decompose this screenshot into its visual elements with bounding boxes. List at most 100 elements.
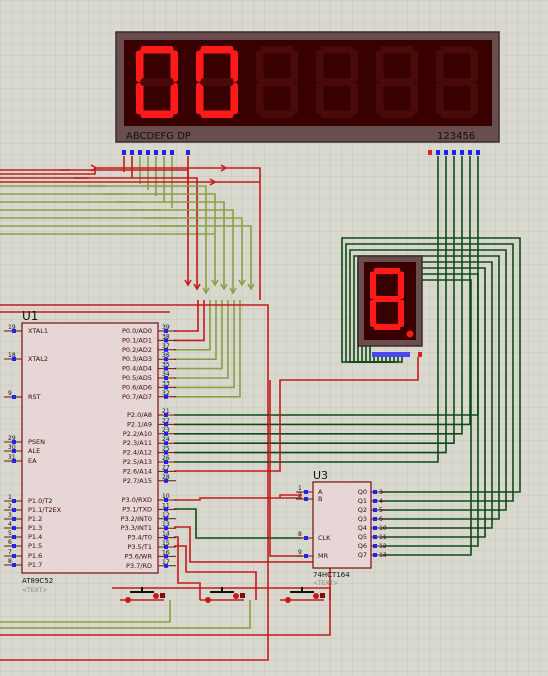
u3-pin-number: 1 [298, 485, 302, 492]
pin-marker [122, 150, 126, 155]
u1-pin-name: P3.5/T1 [127, 543, 152, 551]
segment [136, 50, 144, 82]
u1-pin-marker [12, 517, 16, 521]
u1-pin-number: 12 [162, 512, 170, 519]
segment [170, 50, 178, 82]
segment [260, 46, 294, 54]
u3-text-tag: <TEXT> [313, 580, 338, 587]
segment [397, 271, 404, 299]
segment [440, 46, 474, 54]
u1-pin-number: 14 [162, 531, 170, 538]
segment [140, 110, 174, 118]
segment [373, 323, 401, 330]
u1-pin-number: 28 [162, 474, 170, 481]
u1-pin-number: 35 [162, 362, 170, 369]
u3-pin-number: 10 [379, 525, 387, 532]
u3-pin-name: CLK [318, 534, 331, 542]
u3-pin-marker [373, 490, 377, 494]
segment [200, 110, 234, 118]
segment [256, 50, 264, 82]
segment [373, 268, 401, 275]
u1-pin-number: 17 [162, 559, 170, 566]
pin-marker [460, 150, 464, 155]
u3-pin-marker [373, 499, 377, 503]
u1-pin-name: P1.6 [28, 552, 42, 560]
segment [380, 110, 414, 118]
u1-pin-number: 33 [162, 380, 170, 387]
button-contact [153, 593, 159, 599]
u1-pin-name: P1.4 [28, 533, 42, 541]
u3-pin-number: 3 [379, 489, 383, 496]
segment [316, 50, 324, 82]
u1-pin-number: 24 [162, 436, 170, 443]
u1-pin-name: P2.6/A14 [123, 467, 152, 475]
pin-marker [162, 150, 166, 155]
u3-pin-name: Q5 [358, 533, 367, 541]
u3-pin-name: Q1 [358, 497, 367, 505]
segment [320, 78, 354, 86]
single-digit-display[interactable] [357, 255, 423, 357]
u3-pin-number: 9 [298, 549, 302, 556]
u1-pin-name: XTAL2 [28, 355, 48, 363]
u1-microcontroller[interactable]: U1 19 XTAL1 18 XTAL2 9 RST 29 PSEN 30 ALE 31 EA 1 P1.… [4, 309, 176, 594]
pin-marker [452, 150, 456, 155]
u3-pin-number: 13 [379, 552, 387, 559]
u3-pin-marker [304, 490, 308, 494]
u3-pin-name: B [318, 495, 322, 503]
u3-pin-marker [304, 497, 308, 501]
u1-pin-name: P3.0/RXD [122, 496, 152, 504]
u1-pin-name: EA [28, 457, 37, 465]
segment [196, 50, 204, 82]
u1-pin-number: 19 [8, 324, 16, 331]
segment [380, 78, 414, 86]
segment [397, 299, 404, 327]
u1-pin-name: P2.1/A9 [127, 420, 152, 428]
u1-pin-name: P2.7/A15 [123, 477, 152, 485]
u1-reference: U1 [22, 309, 38, 323]
segment [410, 50, 418, 82]
segment [350, 82, 358, 115]
u1-pin-name: P3.6/WR [125, 552, 153, 560]
pin-marker [444, 150, 448, 155]
segment [140, 78, 174, 86]
u1-pin-number: 15 [162, 540, 170, 547]
u1-pin-number: 31 [8, 454, 16, 461]
u1-pin-number: 36 [162, 352, 170, 359]
u3-pin-name: Q4 [358, 524, 367, 532]
u1-pin-marker [12, 535, 16, 539]
u3-pin-marker [373, 553, 377, 557]
segment [200, 46, 234, 54]
segment [370, 271, 377, 299]
segment [260, 78, 294, 86]
u1-pin-name: XTAL1 [28, 327, 48, 335]
u3-pin-name: Q3 [358, 515, 367, 523]
u1-pin-name: P1.2 [28, 515, 42, 523]
u1-pin-name: P3.1/TXD [122, 505, 152, 513]
u1-pin-number: 27 [162, 464, 170, 471]
segment [140, 46, 174, 54]
segment [436, 82, 444, 115]
u1-pin-number: 4 [8, 521, 12, 528]
u3-pin-number: 4 [379, 498, 383, 505]
u1-pin-number: 13 [162, 521, 170, 528]
pin-marker [436, 150, 440, 155]
u3-pin-name: Q0 [358, 488, 367, 496]
segment [290, 50, 298, 82]
pin-marker [130, 150, 134, 155]
u1-pin-number: 9 [8, 390, 12, 397]
u3-pin-number: 8 [298, 531, 302, 538]
segment [256, 82, 264, 115]
pin-marker [138, 150, 142, 155]
six-digit-display[interactable]: ABCDEFG DP 123456 [115, 31, 500, 155]
schematic-canvas[interactable]: ABCDEFG DP 123456 U1 19 XTAL1 1 8 XTAL2 9 RST 2… [0, 0, 548, 676]
u1-pin-name: P0.2/AD2 [122, 346, 152, 354]
segment [376, 50, 384, 82]
u1-pin-name: P2.3/A11 [123, 439, 152, 447]
u1-pin-name: RST [28, 393, 41, 401]
u3-pin-number: 11 [379, 534, 387, 541]
u1-part-name: AT89C52 [22, 577, 53, 585]
u3-pin-marker [373, 508, 377, 512]
pin-marker [170, 150, 174, 155]
u3-pin-name: Q6 [358, 542, 367, 550]
u1-pin-name: P1.5 [28, 542, 42, 550]
